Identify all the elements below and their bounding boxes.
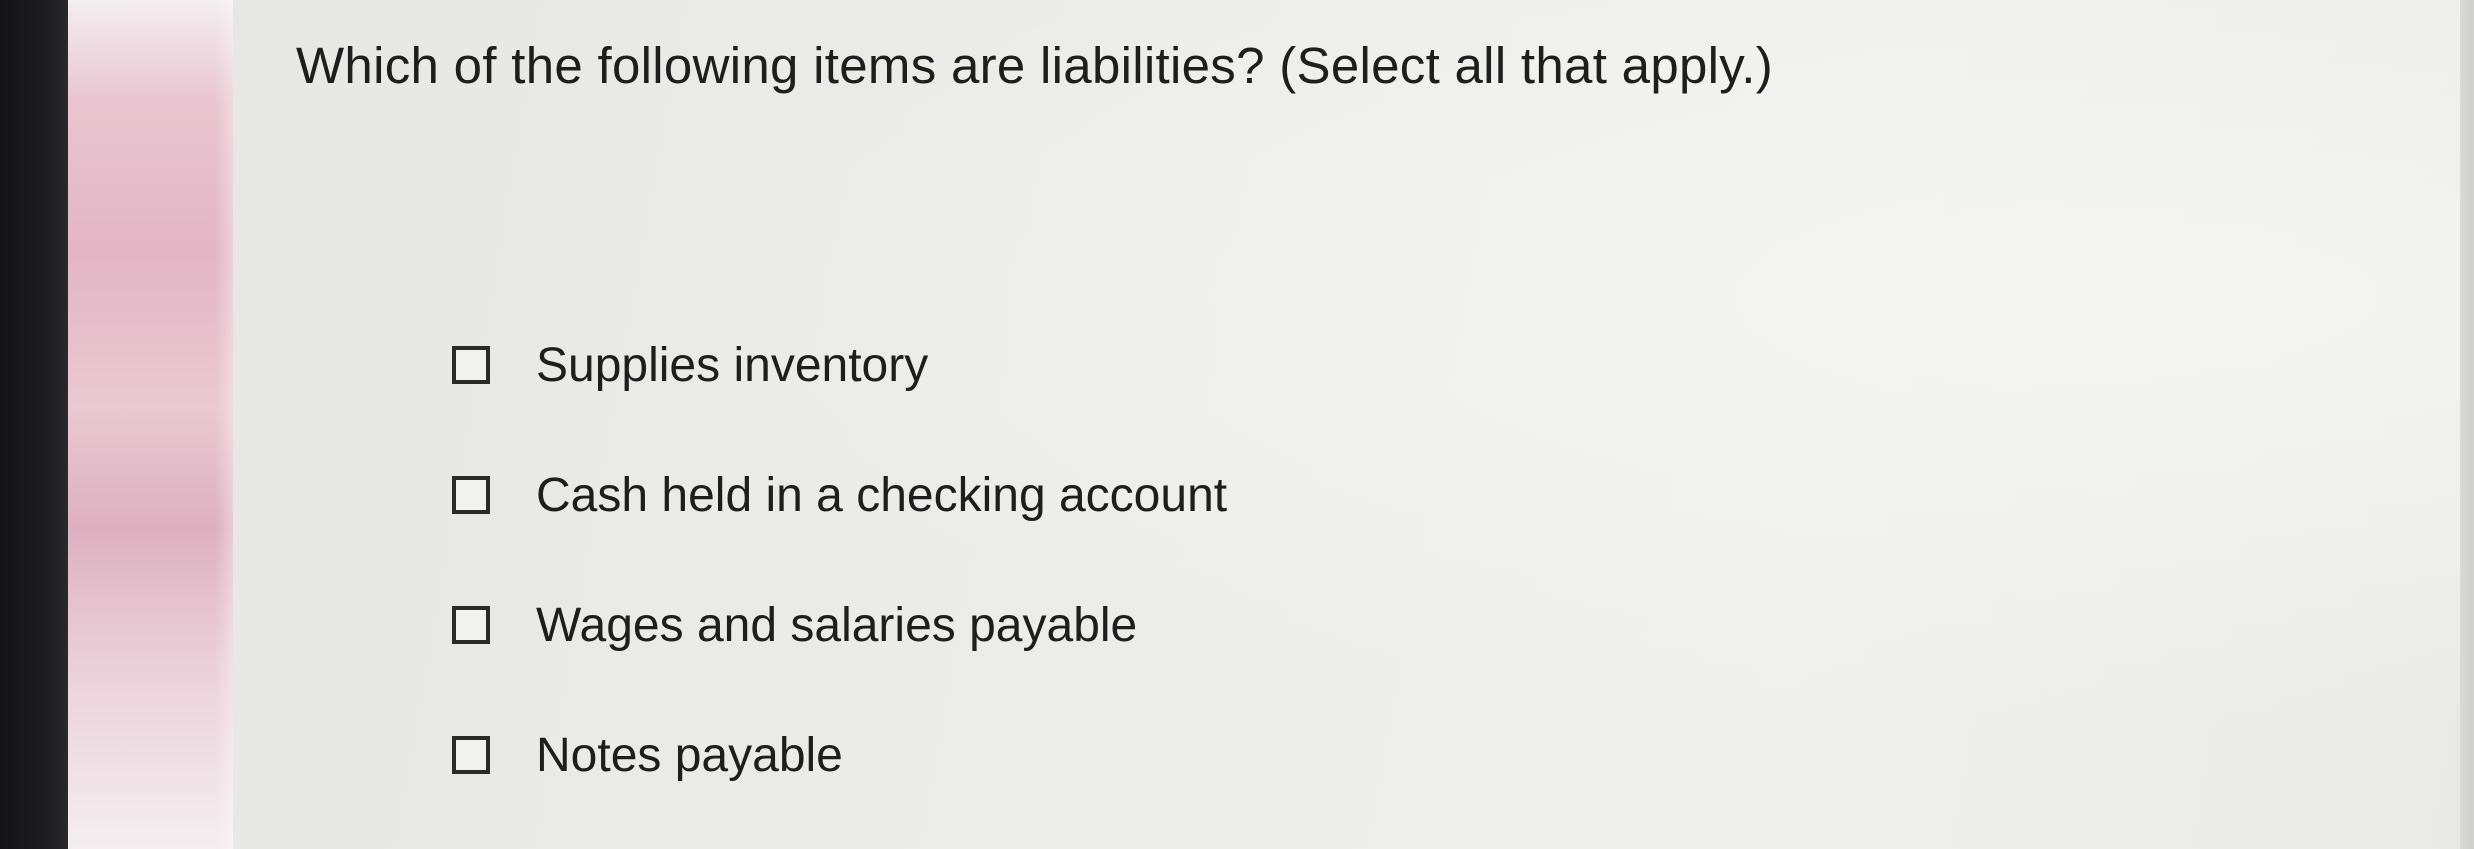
option-label: Wages and salaries payable	[536, 598, 1138, 652]
checkbox[interactable]	[452, 606, 490, 644]
screen-right-edge	[2460, 0, 2474, 849]
checkbox[interactable]	[452, 476, 490, 514]
option-cash-checking-account[interactable]: Cash held in a checking account	[452, 430, 1227, 560]
question-text: Which of the following items are liabili…	[296, 37, 1774, 94]
checkbox[interactable]	[452, 346, 490, 384]
answer-options: Supplies inventory Cash held in a checki…	[452, 300, 1227, 820]
option-label: Cash held in a checking account	[536, 468, 1228, 522]
option-label: Supplies inventory	[536, 338, 929, 392]
option-supplies-inventory[interactable]: Supplies inventory	[452, 300, 1227, 430]
option-label: Notes payable	[536, 728, 843, 782]
checkbox[interactable]	[452, 736, 490, 774]
background-margin	[68, 0, 233, 849]
photo-frame: Which of the following items are liabili…	[0, 0, 2474, 849]
option-notes-payable[interactable]: Notes payable	[452, 690, 1227, 820]
monitor-bezel	[0, 0, 68, 849]
option-wages-salaries-payable[interactable]: Wages and salaries payable	[452, 560, 1227, 690]
